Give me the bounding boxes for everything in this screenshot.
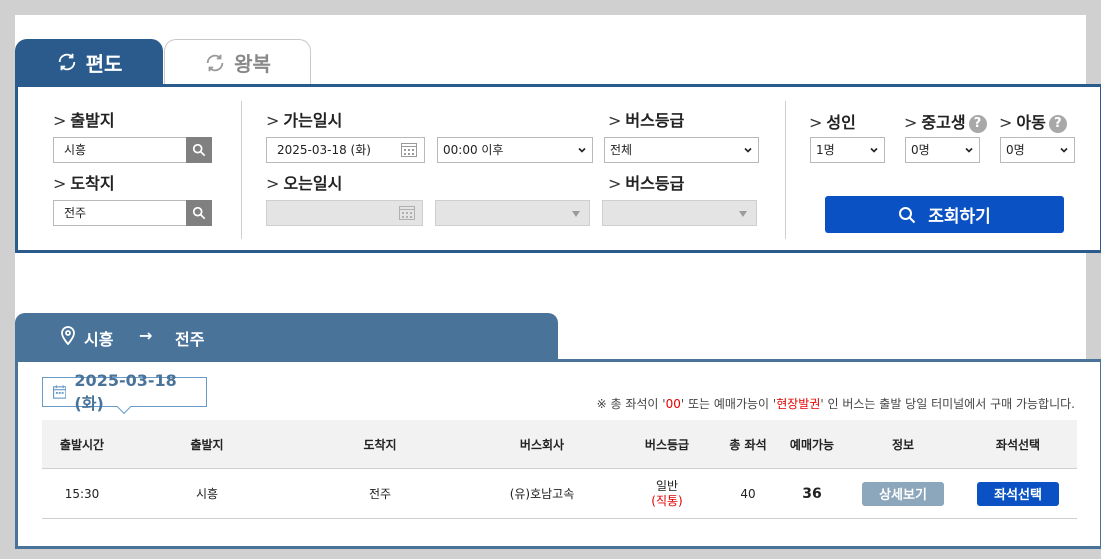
col-departure: 출발지 bbox=[190, 437, 224, 452]
col-bus-grade: 버스등급 bbox=[644, 437, 690, 452]
notice-seat-code: 00 bbox=[665, 397, 681, 411]
purchase-notice: ※ 총 좌석이 '00' 또는 예매가능이 '현장발권' 인 버스는 출발 당일… bbox=[596, 397, 1075, 411]
chevron-right-icon: > bbox=[266, 111, 280, 130]
return-time-select[interactable] bbox=[435, 200, 590, 226]
go-bus-grade-label: > 버스등급 bbox=[608, 111, 685, 130]
child-label: > 아동? bbox=[999, 109, 1067, 133]
row-departure: 시흥 bbox=[195, 487, 219, 501]
results-date-text: 2025-03-18 (화) bbox=[74, 370, 177, 413]
row-company: (유)호남고속 bbox=[509, 487, 575, 501]
calendar-icon bbox=[53, 385, 67, 399]
search-submit-label: 조회하기 bbox=[928, 207, 991, 227]
adult-count-select[interactable]: 1명 bbox=[810, 137, 885, 163]
route-to: 전주 bbox=[175, 330, 205, 349]
calendar-icon[interactable] bbox=[401, 143, 417, 157]
search-submit-button[interactable]: 조회하기 bbox=[825, 196, 1064, 233]
chevron-down-icon bbox=[870, 147, 878, 153]
row-total-seats: 40 bbox=[740, 486, 756, 501]
student-count-select[interactable]: 0명 bbox=[905, 137, 980, 163]
adult-count-value: 1명 bbox=[816, 143, 835, 157]
arrow-right-icon: → bbox=[139, 326, 153, 345]
results-panel: 2025-03-18 (화) ※ 총 좌석이 '00' 또는 예매가능이 '현장… bbox=[15, 359, 1101, 549]
notice-onsite: 현장발권 bbox=[776, 397, 821, 411]
row-info: 상세보기 bbox=[862, 469, 944, 518]
tab-roundtrip[interactable]: 왕복 bbox=[164, 39, 311, 85]
go-bus-grade-select[interactable]: 전체 bbox=[604, 137, 759, 163]
chevron-right-icon: > bbox=[266, 174, 280, 193]
go-date-value: 2025-03-18 (화) bbox=[277, 143, 371, 157]
departure-search-button[interactable] bbox=[186, 137, 212, 163]
col-company: 버스회사 bbox=[519, 437, 565, 452]
row-seat: 좌석선택 bbox=[977, 469, 1059, 518]
triangle-down-icon bbox=[739, 211, 747, 217]
arrival-input[interactable]: 전주 bbox=[53, 200, 187, 226]
row-time: 15:30 bbox=[64, 486, 100, 501]
child-count-select[interactable]: 0명 bbox=[1000, 137, 1075, 163]
tab-roundtrip-label: 왕복 bbox=[234, 52, 271, 76]
adult-label: > 성인 bbox=[809, 113, 856, 132]
return-bus-grade-label: > 버스등급 bbox=[608, 174, 685, 193]
chevron-right-icon: > bbox=[608, 111, 622, 130]
search-icon bbox=[899, 206, 916, 223]
route-from: 시흥 bbox=[84, 330, 114, 349]
detail-button[interactable]: 상세보기 bbox=[862, 481, 944, 506]
divider bbox=[785, 101, 786, 239]
chevron-right-icon: > bbox=[53, 174, 67, 193]
return-bus-grade-select[interactable] bbox=[602, 200, 757, 226]
chevron-down-icon bbox=[965, 147, 973, 153]
search-icon bbox=[192, 206, 206, 220]
child-count-value: 0명 bbox=[1006, 143, 1025, 157]
chevron-right-icon: > bbox=[999, 113, 1013, 132]
tab-oneway[interactable]: 편도 bbox=[15, 39, 163, 85]
page: 편도 왕복 > 출발지 시흥 > 도착지 전주 > 가는일시 2025-03-18 (… bbox=[15, 15, 1101, 549]
search-icon bbox=[192, 143, 206, 157]
help-icon[interactable]: ? bbox=[1048, 115, 1067, 133]
go-time-select[interactable]: 00:00 이후 bbox=[437, 137, 593, 163]
col-departure-time: 출발시간 bbox=[59, 437, 105, 452]
calendar-icon[interactable] bbox=[399, 206, 415, 220]
departure-label: > 출발지 bbox=[53, 111, 115, 130]
chevron-right-icon: > bbox=[904, 113, 918, 132]
go-time-value: 00:00 이후 bbox=[443, 143, 504, 157]
help-icon[interactable]: ? bbox=[968, 115, 987, 133]
go-datetime-label: > 가는일시 bbox=[266, 111, 343, 130]
go-bus-grade-value: 전체 bbox=[610, 143, 633, 157]
seat-select-button[interactable]: 좌석선택 bbox=[977, 481, 1059, 506]
col-seat-select: 좌석선택 bbox=[995, 437, 1041, 452]
row-grade-note: (직통) bbox=[651, 493, 683, 508]
refresh-icon bbox=[206, 54, 224, 71]
results-date: 2025-03-18 (화) bbox=[42, 371, 207, 415]
row-grade: 일반 (직통) bbox=[617, 469, 717, 518]
refresh-icon bbox=[58, 53, 75, 71]
arrival-label: > 도착지 bbox=[53, 174, 115, 193]
chevron-right-icon: > bbox=[608, 174, 622, 193]
table-row: 15:30 시흥 전주 (유)호남고속 일반 (직통) 40 36 상세보기 좌… bbox=[42, 469, 1077, 519]
arrival-search-button[interactable] bbox=[186, 200, 212, 226]
col-arrival: 도착지 bbox=[363, 437, 397, 452]
student-label: > 중고생? bbox=[904, 109, 987, 133]
row-arrival: 전주 bbox=[368, 487, 392, 501]
route-tab: 시흥 → 전주 bbox=[15, 313, 558, 361]
col-info: 정보 bbox=[891, 437, 915, 452]
chevron-down-icon bbox=[578, 147, 586, 153]
col-total-seats: 총 좌석 bbox=[729, 437, 767, 452]
return-datetime-label: > 오는일시 bbox=[266, 174, 343, 193]
tab-oneway-label: 편도 bbox=[85, 51, 123, 76]
departure-input[interactable]: 시흥 bbox=[53, 137, 187, 163]
chevron-right-icon: > bbox=[53, 111, 67, 130]
row-available: 36 bbox=[802, 485, 822, 502]
table-header: 출발시간 출발지 도착지 버스회사 버스등급 총 좌석 예매가능 정보 좌석선택 bbox=[42, 420, 1077, 469]
chevron-down-icon bbox=[744, 147, 752, 153]
student-count-value: 0명 bbox=[911, 143, 930, 157]
search-panel: > 출발지 시흥 > 도착지 전주 > 가는일시 2025-03-18 (화) 00:… bbox=[15, 84, 1101, 253]
chevron-right-icon: > bbox=[809, 113, 823, 132]
divider bbox=[241, 101, 242, 239]
row-grade-value: 일반 bbox=[655, 478, 679, 493]
location-pin-icon bbox=[61, 326, 75, 345]
triangle-down-icon bbox=[572, 211, 580, 217]
col-available: 예매가능 bbox=[789, 437, 835, 452]
chevron-down-icon bbox=[1060, 147, 1068, 153]
